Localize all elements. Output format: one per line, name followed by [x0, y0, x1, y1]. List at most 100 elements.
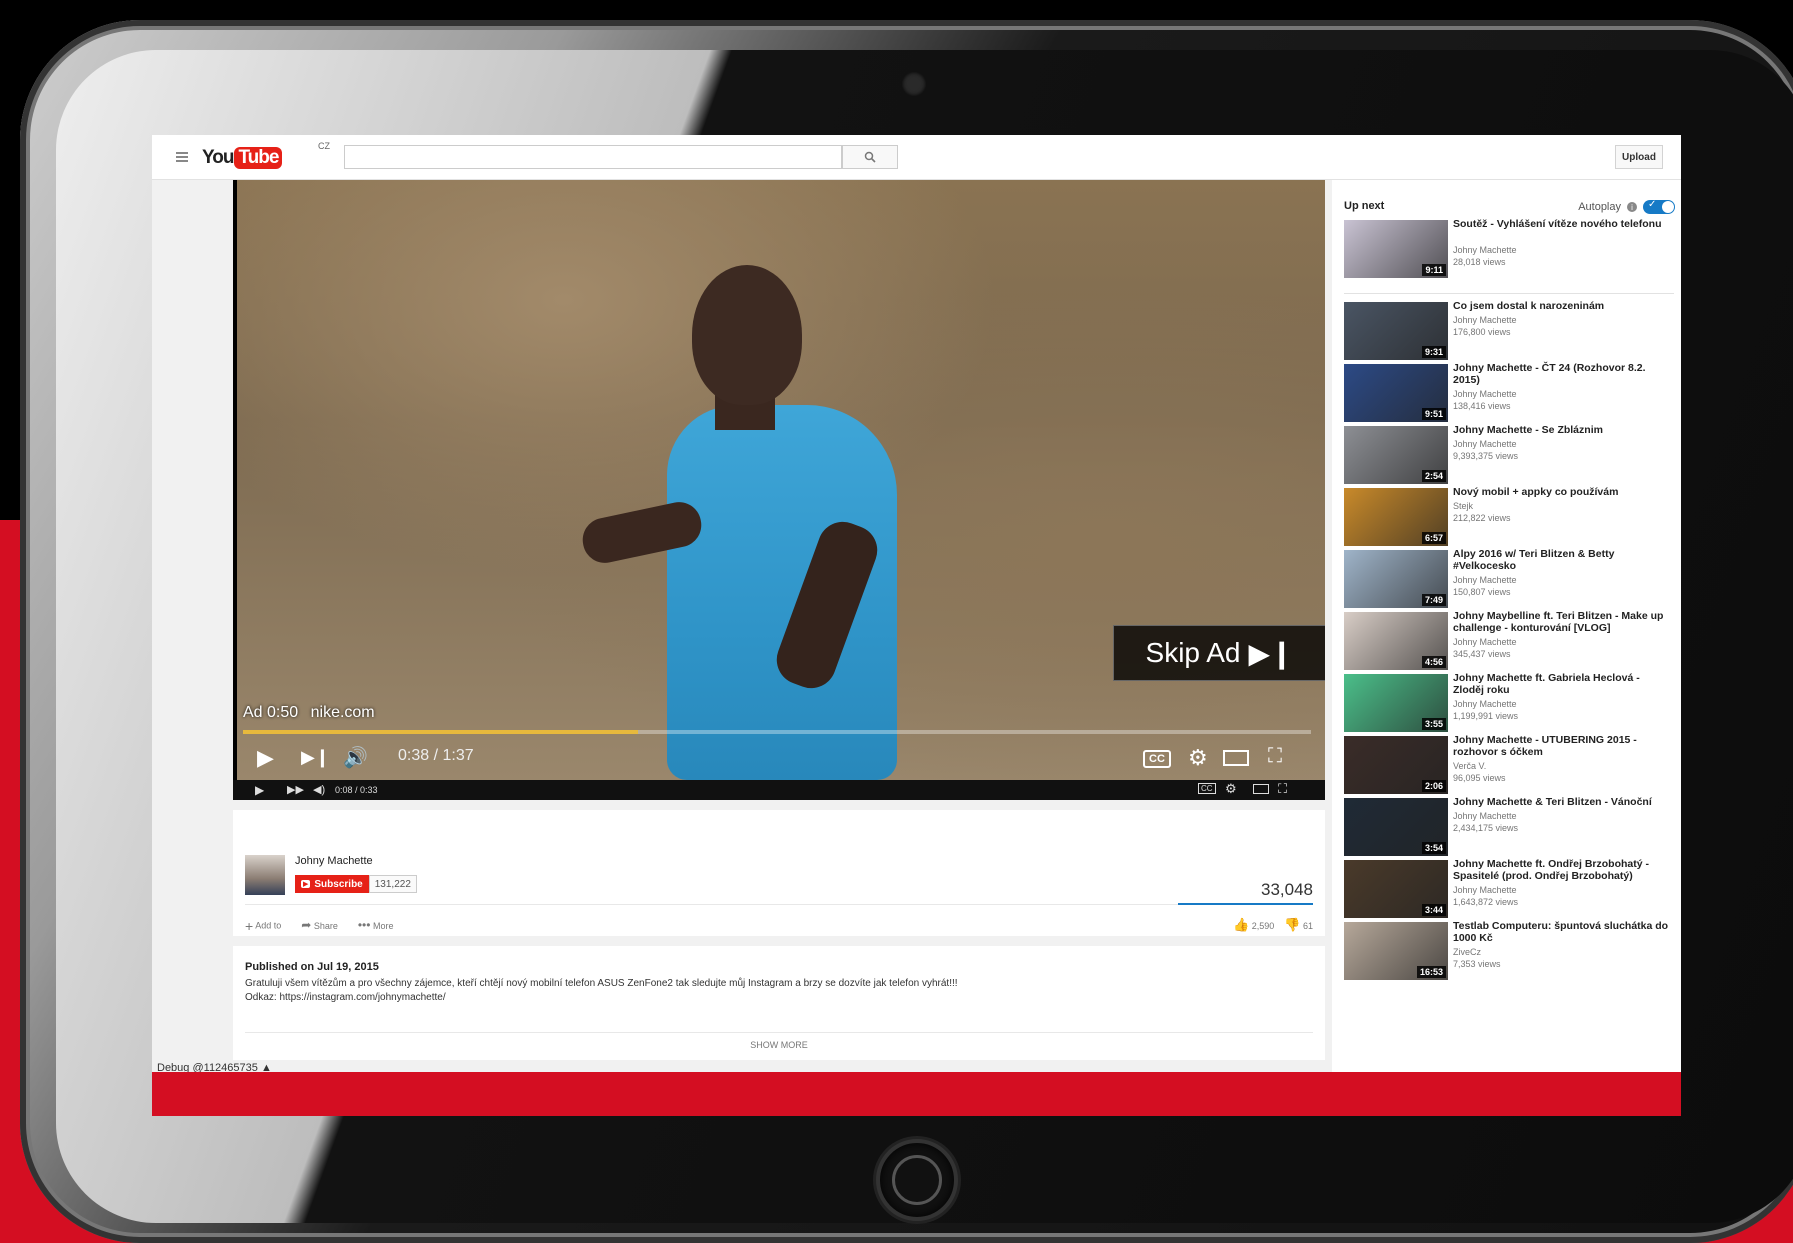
more-button[interactable]: ••• More: [358, 918, 394, 934]
video-views: 176,800 views: [1453, 327, 1511, 337]
video-title[interactable]: Johny Maybelline ft. Teri Blitzen - Make…: [1453, 610, 1671, 634]
video-channel: ZiveCz: [1453, 947, 1482, 957]
mini-volume-icon[interactable]: ◀): [313, 783, 325, 796]
video-duration: 2:54: [1421, 470, 1446, 482]
list-item[interactable]: 2:54 Johny Machette - Se Zbláznim Johny Ma…: [1344, 424, 1674, 486]
video-views: 212,822 views: [1453, 513, 1511, 523]
list-item[interactable]: 2:06 Johny Machette - UTUBERING 2015 - ro…: [1344, 734, 1674, 796]
list-item[interactable]: 7:49 Alpy 2016 w/ Teri Blitzen & Betty #V…: [1344, 548, 1674, 610]
description-link[interactable]: Odkaz: https://instagram.com/johnymachet…: [245, 992, 446, 1003]
list-item[interactable]: 4:56 Johny Maybelline ft. Teri Blitzen - …: [1344, 610, 1674, 672]
video-thumbnail[interactable]: 4:56: [1344, 612, 1448, 670]
photo-scene: You Tube CZ Upload Skip Ad ▶❙ Ad 0:50 ni…: [0, 0, 1793, 1243]
video-title[interactable]: Alpy 2016 w/ Teri Blitzen & Betty #Velko…: [1453, 548, 1671, 572]
video-thumbnail[interactable]: 3:44: [1344, 860, 1448, 918]
add-to-button[interactable]: + Add to: [245, 918, 281, 934]
list-item[interactable]: 3:44 Johny Machette ft. Ondřej Brzobohatý…: [1344, 858, 1674, 920]
video-thumbnail[interactable]: 2:54: [1344, 426, 1448, 484]
list-item[interactable]: 3:54 Johny Machette & Teri Blitzen - Váno…: [1344, 796, 1674, 858]
video-duration: 6:57: [1421, 532, 1446, 544]
subscribe-button[interactable]: ▶ Subscribe: [295, 875, 369, 893]
up-next-heading: Up next: [1344, 200, 1385, 212]
list-item[interactable]: 9:31 Co jsem dostal k narozeninám Johny Ma…: [1344, 300, 1674, 362]
video-title[interactable]: Co jsem dostal k narozeninám: [1453, 300, 1671, 312]
upload-button[interactable]: Upload: [1615, 145, 1663, 169]
video-title[interactable]: Johny Machette & Teri Blitzen - Vánoční: [1453, 796, 1671, 808]
dislike-count: 61: [1302, 921, 1313, 931]
like-button[interactable]: 👍 2,590: [1233, 917, 1274, 933]
video-views: 1,643,872 views: [1453, 897, 1519, 907]
fullscreen-icon[interactable]: ⛶: [1268, 745, 1282, 768]
video-thumbnail[interactable]: 7:49: [1344, 550, 1448, 608]
video-duration: 16:53: [1416, 966, 1446, 978]
video-channel: Johny Machette: [1453, 885, 1517, 895]
subscribe-group: ▶ Subscribe 131,222: [295, 875, 417, 893]
mini-fullscreen-icon[interactable]: ⛶: [1278, 781, 1287, 797]
show-more-button[interactable]: SHOW MORE: [233, 1040, 1325, 1050]
search-icon: [864, 151, 876, 163]
video-title[interactable]: Nový mobil + appky co používám: [1453, 486, 1671, 498]
video-thumbnail[interactable]: 9:51: [1344, 364, 1448, 422]
next-icon[interactable]: ▶❙: [301, 747, 330, 768]
video-thumbnail[interactable]: 3:54: [1344, 798, 1448, 856]
avatar[interactable]: [245, 855, 285, 895]
video-thumbnail[interactable]: 2:06: [1344, 736, 1448, 794]
video-frame[interactable]: [237, 180, 1325, 780]
youtube-logo[interactable]: You Tube CZ: [202, 141, 330, 171]
video-title[interactable]: Johny Machette - UTUBERING 2015 - rozhov…: [1453, 734, 1671, 758]
channel-name[interactable]: Johny Machette: [295, 855, 373, 867]
video-player[interactable]: Skip Ad ▶❙ Ad 0:50 nike.com ▶ ▶❙ 🔊 0:38 …: [233, 180, 1325, 800]
info-icon[interactable]: i: [1627, 202, 1637, 212]
description-card: Published on Jul 19, 2015 Gratuluji všem…: [233, 946, 1325, 1060]
mini-captions-icon[interactable]: CC: [1198, 783, 1216, 794]
menu-icon[interactable]: [176, 152, 188, 162]
youtube-screen: You Tube CZ Upload Skip Ad ▶❙ Ad 0:50 ni…: [152, 135, 1681, 1116]
mini-theater-icon[interactable]: [1253, 784, 1269, 794]
divider: [245, 1032, 1313, 1033]
search-input[interactable]: [344, 145, 842, 169]
skip-ad-button[interactable]: Skip Ad ▶❙: [1113, 625, 1325, 681]
video-duration: 9:31: [1421, 346, 1446, 358]
video-channel: Johny Machette: [1453, 389, 1517, 399]
mini-settings-icon[interactable]: ⚙: [1225, 781, 1237, 797]
video-title[interactable]: Testlab Computeru: špuntová sluchátka do…: [1453, 920, 1671, 944]
video-thumbnail[interactable]: 16:53: [1344, 922, 1448, 980]
progress-bar[interactable]: [243, 730, 1311, 734]
video-thumbnail[interactable]: 3:55: [1344, 674, 1448, 732]
video-channel: Johny Machette: [1453, 811, 1517, 821]
video-channel: Stejk: [1453, 501, 1474, 511]
video-title[interactable]: Soutěž - Vyhlášení vítěze nového telefon…: [1453, 218, 1671, 230]
logo-you: You: [202, 147, 235, 168]
mini-play-icon[interactable]: ▶: [255, 783, 264, 797]
list-item[interactable]: 9:11 Soutěž - Vyhlášení vítěze nového tel…: [1344, 218, 1674, 280]
autoplay-label: Autoplay: [1578, 201, 1621, 213]
ad-domain[interactable]: nike.com: [311, 704, 375, 721]
add-to-label: Add to: [255, 920, 282, 931]
video-title[interactable]: Johny Machette - Se Zbláznim: [1453, 424, 1671, 436]
captions-icon[interactable]: CC: [1143, 750, 1171, 768]
video-title[interactable]: Johny Machette ft. Gabriela Heclová - Zl…: [1453, 672, 1671, 696]
mini-next-icon[interactable]: ▶▶: [287, 783, 304, 796]
share-button[interactable]: ➦ Share: [301, 918, 338, 934]
channel-card: Johny Machette ▶ Subscribe 131,222 33,04…: [233, 810, 1325, 936]
video-views: 28,018 views: [1453, 257, 1506, 267]
list-item[interactable]: 16:53 Testlab Computeru: špuntová sluchát…: [1344, 920, 1674, 982]
theater-mode-icon[interactable]: [1223, 750, 1249, 766]
list-item[interactable]: 6:57 Nový mobil + appky co používám Stejk 2…: [1344, 486, 1674, 548]
settings-icon[interactable]: ⚙: [1188, 745, 1208, 771]
video-title[interactable]: Johny Machette - ČT 24 (Rozhovor 8.2. 20…: [1453, 362, 1671, 386]
volume-icon[interactable]: 🔊: [343, 745, 368, 770]
video-duration: 2:06: [1421, 780, 1446, 792]
video-thumbnail[interactable]: 9:31: [1344, 302, 1448, 360]
video-title[interactable]: Johny Machette ft. Ondřej Brzobohatý - S…: [1453, 858, 1671, 882]
home-button[interactable]: [876, 1139, 958, 1221]
autoplay-toggle[interactable]: [1643, 199, 1675, 214]
subscribe-label: Subscribe: [314, 878, 363, 890]
video-thumbnail[interactable]: 9:11: [1344, 220, 1448, 278]
dislike-button[interactable]: 👎 61: [1284, 917, 1313, 933]
list-item[interactable]: 3:55 Johny Machette ft. Gabriela Heclová …: [1344, 672, 1674, 734]
list-item[interactable]: 9:51 Johny Machette - ČT 24 (Rozhovor 8.2…: [1344, 362, 1674, 424]
search-button[interactable]: [842, 145, 898, 169]
play-icon[interactable]: ▶: [257, 745, 274, 771]
video-thumbnail[interactable]: 6:57: [1344, 488, 1448, 546]
